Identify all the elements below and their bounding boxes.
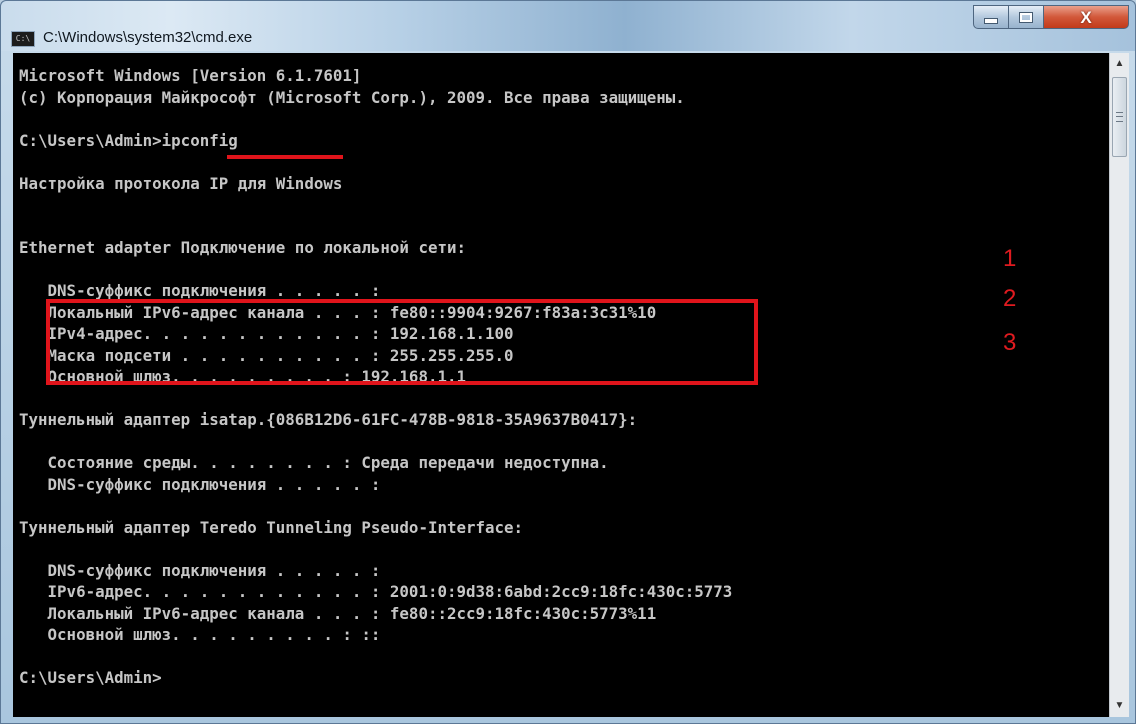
console-line: Туннельный адаптер Teredo Tunneling Pseu… xyxy=(19,517,524,537)
scroll-up-arrow-icon[interactable]: ▲ xyxy=(1110,53,1129,75)
console-line: DNS-суффикс подключения . . . . . : xyxy=(19,474,381,494)
console-line: Локальный IPv6-адрес канала . . . : fe80… xyxy=(19,603,657,623)
minimize-button[interactable] xyxy=(973,5,1009,29)
minimize-icon xyxy=(984,18,998,24)
console-line: Состояние среды. . . . . . . . : Среда п… xyxy=(19,453,609,472)
console-line: DNS-суффикс подключения . . . . . : xyxy=(19,560,381,580)
console-line: Ethernet adapter Подключение по локально… xyxy=(19,238,466,257)
annotation-number-2: 2 xyxy=(1003,285,1017,312)
maximize-icon xyxy=(1020,12,1032,22)
cmd-window: C:\ C:\Windows\system32\cmd.exe X Micros… xyxy=(0,0,1136,724)
ipconfig-underline-annotation xyxy=(227,155,343,159)
console-line: Microsoft Windows [Version 6.1.7601] xyxy=(19,66,362,85)
console-line: DNS-суффикс подключения . . . . . : xyxy=(19,281,381,300)
scroll-thumb[interactable] xyxy=(1112,77,1127,157)
console-output[interactable]: Microsoft Windows [Version 6.1.7601] (c)… xyxy=(13,53,1109,717)
maximize-button[interactable] xyxy=(1008,5,1044,29)
console-line: Туннельный адаптер isatap.{086B12D6-61FC… xyxy=(19,410,638,429)
console-line: (c) Корпорация Майкрософт (Microsoft Cor… xyxy=(19,87,685,107)
ipv4-highlight-box xyxy=(46,299,758,385)
annotation-number-3: 3 xyxy=(1003,329,1017,356)
cmd-app-icon[interactable]: C:\ xyxy=(11,31,35,47)
console-line: IPv6-адрес. . . . . . . . . . . . : 2001… xyxy=(19,582,733,601)
console-line: Настройка протокола IP для Windows xyxy=(19,173,343,193)
scroll-down-arrow-icon[interactable]: ▼ xyxy=(1110,695,1129,717)
console-line: C:\Users\Admin> xyxy=(19,668,162,687)
close-icon: X xyxy=(1080,7,1092,27)
grip-icon xyxy=(1116,112,1123,122)
annotation-number-1: 1 xyxy=(1003,245,1017,272)
console-line: Основной шлюз. . . . . . . . . : :: xyxy=(19,625,381,644)
vertical-scrollbar[interactable]: ▲ ▼ xyxy=(1109,53,1129,717)
console-line: C:\Users\Admin>ipconfig xyxy=(19,130,238,150)
close-button[interactable]: X xyxy=(1043,5,1129,29)
window-title: C:\Windows\system32\cmd.exe xyxy=(43,29,253,46)
title-bar[interactable]: C:\ C:\Windows\system32\cmd.exe X xyxy=(1,1,1135,51)
